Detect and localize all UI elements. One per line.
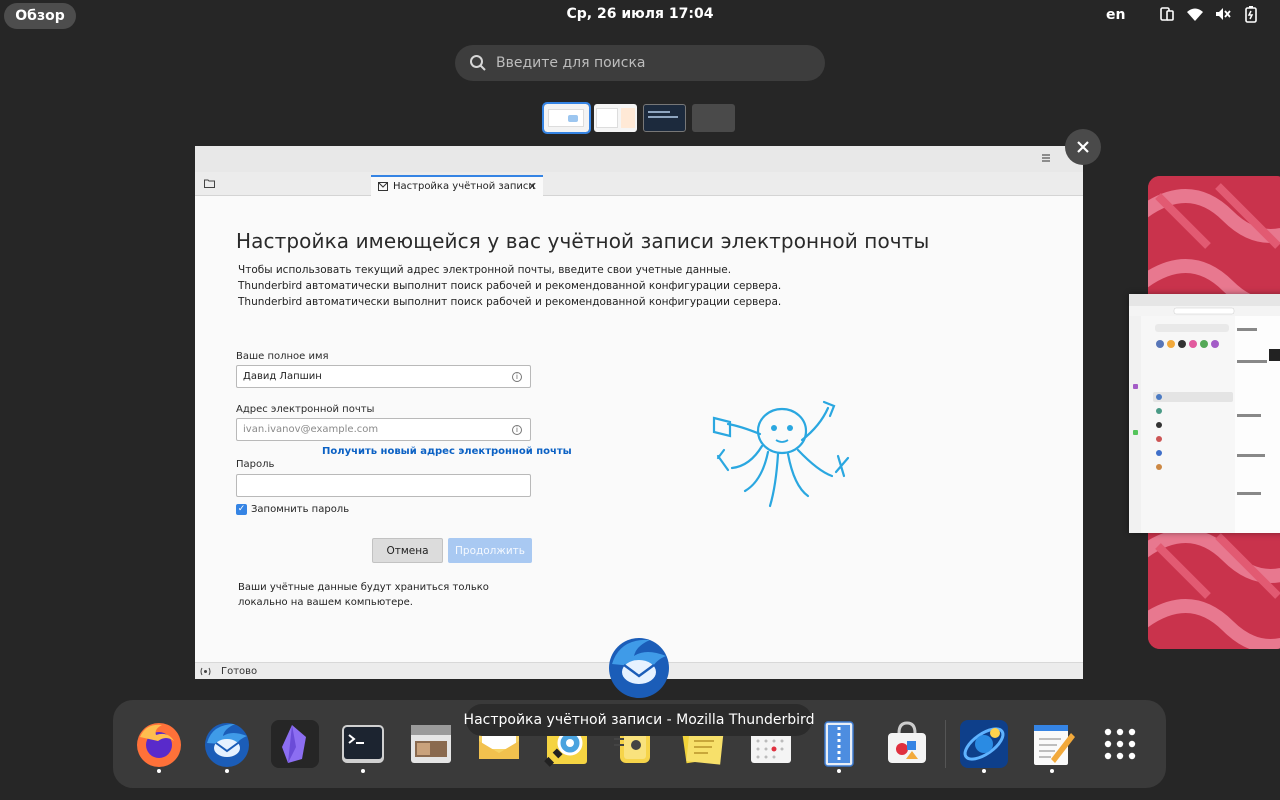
archive-manager-icon: [824, 721, 854, 767]
tab-account-setup[interactable]: Настройка учётной записи ✕: [371, 175, 543, 196]
privacy-note: Ваши учётные данные будут храниться толь…: [238, 582, 489, 608]
page-title: Настройка имеющейся у вас учётной записи…: [236, 229, 930, 253]
search-bar[interactable]: [455, 45, 825, 81]
dock-item-text-editor[interactable]: [1027, 719, 1077, 769]
get-new-address-link[interactable]: Получить новый адрес электронной почты: [322, 446, 572, 457]
element-app-thumbnail: [1129, 294, 1280, 533]
dock-item-terminal[interactable]: [338, 719, 388, 769]
obsidian-icon: [271, 720, 319, 768]
info-icon[interactable]: i: [512, 425, 522, 435]
keyboard-layout-indicator[interactable]: en: [1106, 7, 1125, 23]
email-label: Адрес электронной почты: [236, 404, 375, 415]
system-status-area[interactable]: [1158, 5, 1260, 23]
workspace-thumbnail-3[interactable]: [643, 104, 686, 132]
close-icon: [1077, 141, 1089, 153]
full-name-value: Давид Лапшин: [243, 371, 322, 382]
dock-item-software-store[interactable]: [882, 719, 932, 769]
dock-item-file-manager[interactable]: [406, 719, 456, 769]
volume-muted-icon: [1216, 8, 1231, 20]
window-title-tooltip: Настройка учётной записи - Mozilla Thund…: [464, 704, 814, 736]
firefox-icon: [137, 723, 181, 767]
dock-item-kstars[interactable]: [959, 719, 1009, 769]
password-field[interactable]: [236, 474, 531, 497]
app-grid-icon: [1104, 728, 1136, 760]
desktop-overview: Обзор Ср, 26 июля 17:04 en Введите для п…: [0, 0, 1280, 800]
running-indicator: [225, 769, 229, 773]
window-titlebar[interactable]: [195, 146, 1083, 172]
tab-label: Настройка учётной записи: [393, 181, 535, 192]
text-editor-icon: [1034, 725, 1075, 765]
search-input[interactable]: [496, 55, 796, 71]
full-name-label: Ваше полное имя: [236, 351, 329, 362]
checkbox-checked-icon[interactable]: ✓: [236, 504, 247, 515]
dock-item-firefox[interactable]: [134, 719, 184, 769]
cancel-button[interactable]: Отмена: [372, 538, 443, 563]
terminal-icon: [342, 725, 384, 763]
wifi-icon: [1187, 8, 1203, 21]
description: Чтобы использовать текущий адрес электро…: [238, 262, 781, 310]
tab-bar: Настройка учётной записи ✕: [195, 172, 1083, 196]
hamburger-menu-icon[interactable]: [1039, 151, 1053, 165]
account-setup-page: Настройка имеющейся у вас учётной записи…: [195, 196, 1083, 662]
folder-icon[interactable]: [204, 179, 215, 188]
close-tab-icon[interactable]: ✕: [528, 180, 537, 193]
description-line: Thunderbird автоматически выполнит поиск…: [238, 280, 782, 292]
thunderbird-window-icon: [609, 638, 669, 698]
activity-icon: [200, 667, 211, 675]
search-icon: [470, 55, 486, 71]
remember-password-checkbox[interactable]: ✓ Запомнить пароль: [236, 504, 349, 515]
clock[interactable]: Ср, 26 июля 17:04: [540, 6, 740, 22]
thunderbird-window[interactable]: Настройка учётной записи ✕ Настройка име…: [195, 146, 1083, 679]
dock-item-obsidian[interactable]: [270, 719, 320, 769]
envelope-icon: [378, 182, 388, 191]
email-placeholder: ivan.ivanov@example.com: [243, 424, 379, 435]
dock-item-archive-manager[interactable]: [814, 719, 864, 769]
running-indicator: [157, 769, 161, 773]
workspace-thumbnail-4[interactable]: [692, 104, 735, 132]
workspace-thumbnail-2[interactable]: [594, 104, 637, 132]
remember-password-label: Запомнить пароль: [251, 504, 350, 515]
continue-button[interactable]: Продолжить: [448, 538, 532, 563]
dock-item-app-grid[interactable]: [1095, 719, 1145, 769]
description-line: Thunderbird автоматически выполнит поиск…: [238, 296, 782, 308]
software-store-icon: [888, 721, 926, 763]
top-bar: Обзор Ср, 26 июля 17:04 en: [0, 0, 1280, 32]
status-text: Готово: [221, 665, 258, 677]
info-icon[interactable]: i: [512, 372, 522, 382]
activities-button[interactable]: Обзор: [4, 3, 76, 29]
file-manager-icon: [411, 725, 451, 763]
dock-item-thunderbird[interactable]: [202, 719, 252, 769]
running-indicator: [1050, 769, 1054, 773]
description-line: Чтобы использовать текущий адрес электро…: [238, 264, 732, 276]
full-name-field[interactable]: Давид Лапшин i: [236, 365, 531, 388]
phone-icon: [1160, 7, 1174, 21]
close-window-button[interactable]: [1065, 129, 1101, 165]
running-indicator: [361, 769, 365, 773]
running-indicator: [982, 769, 986, 773]
thunderbird-octopus-illustration: [712, 400, 850, 508]
running-indicator: [837, 769, 841, 773]
password-label: Пароль: [236, 459, 275, 470]
kstars-icon: [960, 720, 1008, 768]
dock-separator: [945, 720, 946, 768]
email-field[interactable]: ivan.ivanov@example.com i: [236, 418, 531, 441]
battery-icon: [1245, 6, 1257, 23]
thunderbird-icon: [205, 723, 249, 767]
workspace-thumbnail-1[interactable]: [542, 102, 591, 134]
element-browser-window[interactable]: [1129, 294, 1280, 533]
